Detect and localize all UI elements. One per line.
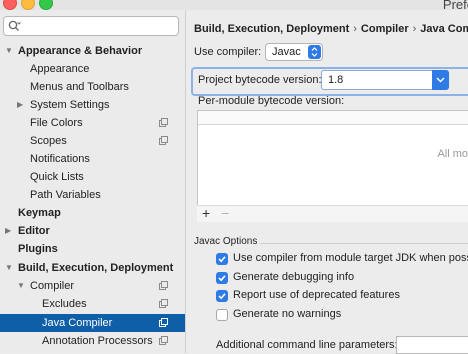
sidebar-item-notifications[interactable]: Notifications	[0, 150, 185, 168]
checkbox-debugging-info[interactable]	[216, 272, 228, 284]
checkbox-label: Use compiler from module target JDK when…	[233, 252, 468, 264]
checkmark-icon	[218, 256, 226, 263]
table-toolbar: + −	[197, 205, 468, 222]
project-config-icon	[159, 318, 168, 327]
project-config-icon	[159, 336, 168, 345]
sidebar-item-appearance-behavior[interactable]: ▼ Appearance & Behavior	[0, 42, 185, 60]
project-config-icon	[159, 118, 168, 127]
sidebar-item-menus-toolbars[interactable]: Menus and Toolbars	[0, 78, 185, 96]
section-divider	[260, 243, 468, 244]
sidebar-item-path-variables[interactable]: Path Variables	[0, 186, 185, 204]
collapsed-arrow-icon[interactable]: ▶	[17, 96, 23, 114]
additional-params-label: Additional command line parameters:	[216, 339, 398, 351]
project-config-icon	[159, 299, 168, 308]
sidebar-item-label: Quick Lists	[30, 171, 84, 183]
search-input[interactable]	[3, 16, 179, 36]
bytecode-version-label: Project bytecode version:	[198, 74, 322, 86]
search-icon	[8, 20, 21, 31]
sidebar-item-label: Build, Execution, Deployment	[18, 262, 174, 274]
sidebar-item-excludes[interactable]: Excludes	[0, 295, 185, 313]
sidebar-item-annotation-processors[interactable]: Annotation Processors	[0, 332, 185, 350]
zoom-window-button[interactable]	[39, 0, 53, 10]
sidebar-item-java-compiler[interactable]: Java Compiler	[0, 314, 185, 332]
project-config-icon	[159, 281, 168, 290]
minimize-window-button[interactable]	[21, 0, 35, 10]
compiler-select-value: Javac	[272, 46, 301, 58]
sidebar-item-compiler[interactable]: ▼ Compiler	[0, 277, 185, 295]
expanded-arrow-icon[interactable]: ▼	[5, 259, 13, 277]
collapsed-arrow-icon[interactable]: ▶	[5, 222, 11, 240]
add-icon[interactable]: +	[202, 205, 210, 221]
sidebar-item-label: Keymap	[18, 207, 61, 219]
checkbox-label: Generate no warnings	[233, 308, 342, 320]
table-empty-text: All mo	[437, 148, 468, 160]
checkbox-label: Generate debugging info	[233, 271, 355, 283]
bytecode-version-select[interactable]: 1.8	[321, 70, 449, 90]
sidebar-item-label: Scopes	[30, 135, 67, 147]
remove-icon[interactable]: −	[221, 205, 229, 221]
breadcrumb-item[interactable]: Build, Execution, Deployment	[194, 23, 349, 35]
checkbox-use-module-jdk[interactable]	[216, 253, 228, 265]
javac-options-title: Javac Options	[194, 236, 258, 247]
checkbox-no-warnings[interactable]	[216, 309, 228, 321]
checkbox-deprecated-features[interactable]	[216, 290, 228, 302]
per-module-label: Per-module bytecode version:	[198, 95, 345, 107]
breadcrumb: Build, Execution, Deployment › Compiler › Ja…	[194, 23, 468, 35]
sidebar-item-system-settings[interactable]: ▶ System Settings	[0, 96, 185, 114]
sidebar-item-quick-lists[interactable]: Quick Lists	[0, 168, 185, 186]
checkmark-icon	[218, 275, 226, 282]
sidebar-item-file-colors[interactable]: File Colors	[0, 114, 185, 132]
sidebar-item-label: Path Variables	[30, 189, 101, 201]
sidebar-item-editor[interactable]: ▶ Editor	[0, 222, 185, 240]
sidebar-item-appearance[interactable]: Appearance	[0, 60, 185, 78]
chevron-down-icon[interactable]	[432, 70, 449, 90]
sidebar-item-plugins[interactable]: Plugins	[0, 240, 185, 258]
additional-params-input[interactable]	[396, 336, 468, 354]
updown-arrows-icon	[308, 45, 321, 59]
sidebar-item-keymap[interactable]: Keymap	[0, 204, 185, 222]
breadcrumb-item[interactable]: Java Comp	[420, 23, 468, 35]
title-bar: Prefe	[0, 0, 468, 12]
close-window-button[interactable]	[3, 0, 17, 10]
bytecode-version-value: 1.8	[328, 74, 344, 86]
sidebar-item-label: File Colors	[30, 117, 83, 129]
settings-sidebar: ▼ Appearance & Behavior Appearance Menus…	[0, 10, 186, 353]
sidebar-item-label: Menus and Toolbars	[30, 81, 129, 93]
sidebar-item-scopes[interactable]: Scopes	[0, 132, 185, 150]
table-header	[198, 111, 468, 125]
sidebar-item-build-execution-deployment[interactable]: ▼ Build, Execution, Deployment	[0, 259, 185, 277]
sidebar-item-label: Annotation Processors	[42, 335, 153, 347]
checkmark-icon	[218, 293, 226, 300]
sidebar-item-label: Appearance	[30, 63, 90, 75]
sidebar-item-label: Java Compiler	[42, 317, 113, 329]
settings-content: Build, Execution, Deployment › Compiler › Ja…	[186, 10, 468, 354]
breadcrumb-separator-icon: ›	[353, 23, 357, 35]
sidebar-item-label: System Settings	[30, 99, 110, 111]
breadcrumb-separator-icon: ›	[412, 23, 417, 35]
sidebar-item-label: Appearance & Behavior	[18, 45, 143, 57]
sidebar-item-label: Editor	[18, 225, 50, 237]
expanded-arrow-icon[interactable]: ▼	[5, 42, 13, 60]
compiler-select[interactable]: Javac	[265, 43, 323, 61]
expanded-arrow-icon[interactable]: ▼	[17, 277, 25, 295]
sidebar-item-label: Compiler	[30, 280, 75, 292]
sidebar-item-label: Excludes	[42, 298, 87, 310]
sidebar-item-label: Plugins	[18, 243, 58, 255]
project-config-icon	[159, 136, 168, 145]
checkbox-label: Report use of deprecated features	[233, 289, 400, 301]
sidebar-item-label: Notifications	[30, 153, 90, 165]
use-compiler-label: Use compiler:	[194, 46, 262, 58]
breadcrumb-item[interactable]: Compiler	[361, 23, 409, 35]
